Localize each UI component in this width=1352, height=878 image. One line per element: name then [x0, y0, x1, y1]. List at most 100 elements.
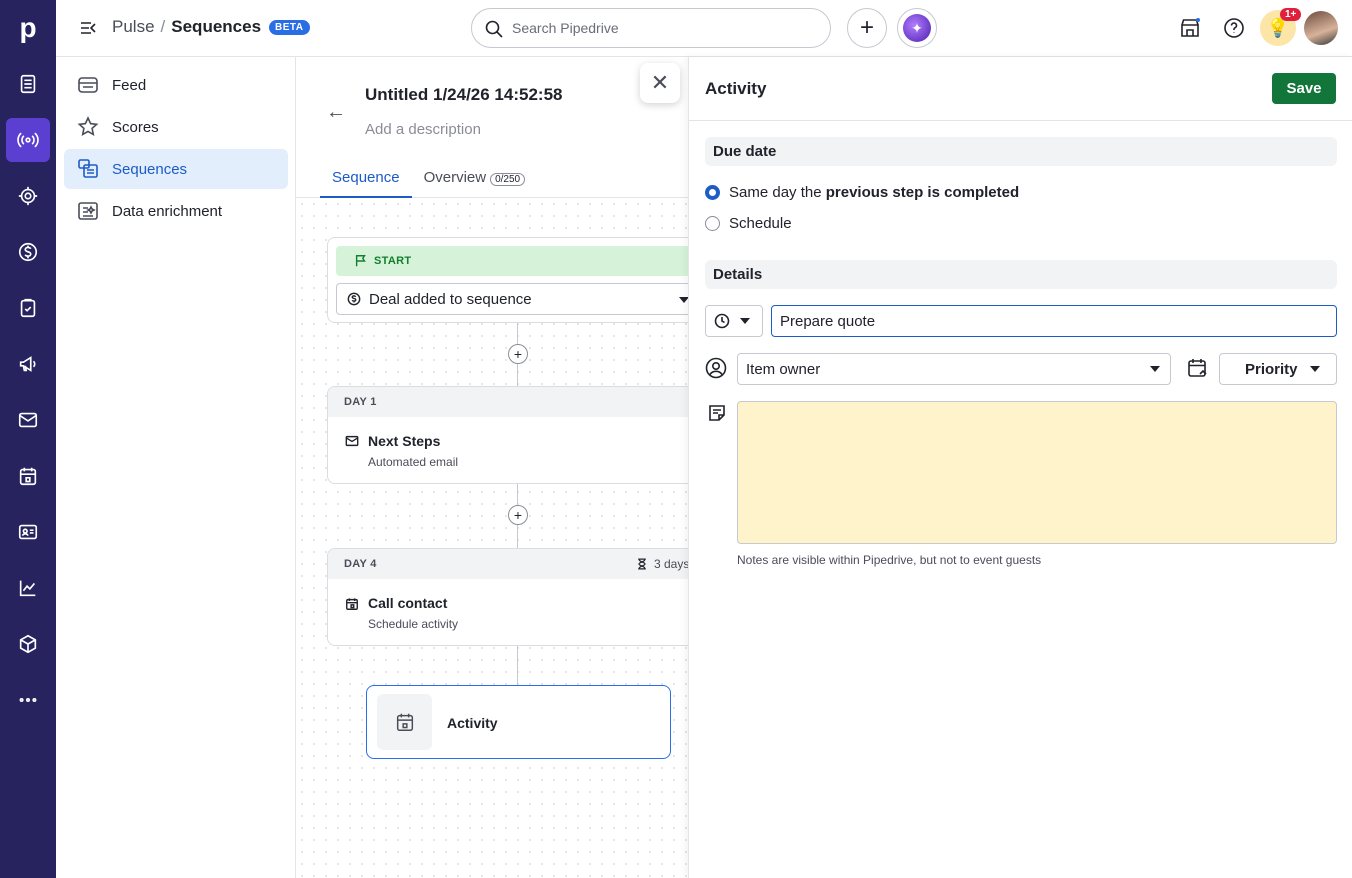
- ai-assistant-button[interactable]: ✦: [897, 8, 937, 48]
- contacts-icon[interactable]: [6, 510, 50, 554]
- back-arrow-icon[interactable]: ←: [326, 101, 346, 124]
- radio-button[interactable]: [705, 216, 720, 231]
- collapse-menu-icon[interactable]: [78, 18, 98, 38]
- search-placeholder: Search Pipedrive: [512, 20, 619, 36]
- star-icon: [77, 116, 99, 136]
- step-day-label: DAY 1: [328, 387, 688, 417]
- search-icon: [485, 20, 503, 38]
- top-bar: Pulse / Sequences BETA Search Pipedrive …: [56, 0, 1352, 57]
- tab-sequence[interactable]: Sequence: [320, 165, 412, 198]
- clock-icon: [714, 313, 730, 329]
- add-step-button[interactable]: +: [508, 505, 528, 525]
- notes-textarea[interactable]: [737, 401, 1337, 544]
- panel-header: Activity Save: [689, 57, 1352, 121]
- step-title: Call contact: [368, 595, 448, 611]
- panel-title: Activity: [705, 79, 767, 98]
- breadcrumb-current: Sequences: [171, 17, 262, 36]
- tab-label: Overview: [423, 169, 487, 186]
- more-icon[interactable]: [6, 678, 50, 722]
- step-subtitle: Schedule activity: [368, 617, 459, 631]
- connector-line: [517, 646, 518, 686]
- nav-item-data-enrichment[interactable]: Data enrichment: [64, 191, 288, 231]
- activity-panel: Activity Save Due date Same day the prev…: [688, 57, 1352, 878]
- feed-icon: [78, 77, 98, 93]
- user-circle-icon: [705, 357, 727, 379]
- data-enrichment-icon: [78, 202, 98, 220]
- leads-icon[interactable]: [6, 174, 50, 218]
- calendar-icon: [396, 713, 413, 731]
- campaigns-icon[interactable]: [6, 342, 50, 386]
- deals-icon[interactable]: [6, 230, 50, 274]
- radio-label: Schedule: [729, 215, 792, 232]
- calendar-priority-icon: [1188, 359, 1207, 377]
- save-button[interactable]: Save: [1272, 73, 1336, 104]
- trigger-select[interactable]: Deal added to sequence: [336, 283, 688, 315]
- owner-select[interactable]: Item owner: [737, 353, 1171, 385]
- nav-item-label: Sequences: [112, 160, 188, 178]
- notification-badge: 1+: [1280, 8, 1302, 21]
- hourglass-icon: [638, 558, 646, 570]
- sequence-title[interactable]: Untitled 1/24/26 14:52:58: [365, 85, 562, 105]
- nav-item-scores[interactable]: Scores: [64, 107, 288, 147]
- close-panel-button[interactable]: ✕: [640, 63, 680, 103]
- step-card[interactable]: DAY 1 Next Steps Automated email: [327, 386, 688, 484]
- products-icon[interactable]: [6, 622, 50, 666]
- activity-icon-box: [377, 694, 432, 750]
- sequence-header: ← Untitled 1/24/26 14:52:58 Add a descri…: [296, 57, 688, 198]
- breadcrumb-parent[interactable]: Pulse: [112, 17, 155, 37]
- radio-button-checked[interactable]: [705, 185, 720, 200]
- calendar-icon[interactable]: [6, 454, 50, 498]
- nav-item-feed[interactable]: Feed: [64, 65, 288, 105]
- tab-label: Sequence: [332, 169, 400, 186]
- search-input[interactable]: Search Pipedrive: [471, 8, 831, 48]
- start-label: START: [374, 255, 412, 267]
- sequence-tabs: Sequence Overview 0/250: [320, 165, 537, 198]
- nav-item-sequences[interactable]: Sequences: [64, 149, 288, 189]
- sequence-description-input[interactable]: Add a description: [365, 121, 481, 138]
- priority-select[interactable]: Priority: [1219, 353, 1337, 385]
- overview-count-badge: 0/250: [490, 173, 526, 186]
- radio-same-day[interactable]: Same day the previous step is completed: [705, 184, 1019, 201]
- notes-hint: Notes are visible within Pipedrive, but …: [737, 553, 1042, 567]
- nav-item-label: Data enrichment: [112, 202, 223, 220]
- flag-icon: [355, 255, 366, 267]
- avatar[interactable]: [1304, 11, 1338, 45]
- breadcrumb-separator: /: [160, 17, 166, 36]
- deals-list-icon[interactable]: [6, 62, 50, 106]
- sparkle-icon: ✦: [903, 14, 931, 42]
- pulse-subnav: Feed Scores Sequences Data enrichment: [56, 57, 296, 878]
- chevron-down-icon: [679, 297, 688, 303]
- step-day-label: DAY 4: [328, 549, 688, 579]
- step-subtitle: Automated email: [368, 455, 459, 469]
- pulse-icon[interactable]: [6, 118, 50, 162]
- sequence-canvas: ← Untitled 1/24/26 14:52:58 Add a descri…: [296, 57, 688, 878]
- new-activity-step-card[interactable]: Activity: [366, 685, 671, 759]
- help-icon[interactable]: [1220, 14, 1248, 42]
- tab-overview[interactable]: Overview 0/250: [412, 165, 538, 198]
- subject-input[interactable]: Prepare quote: [771, 305, 1337, 337]
- chevron-down-icon: [1150, 366, 1160, 372]
- insights-icon[interactable]: [6, 566, 50, 610]
- tasks-icon[interactable]: [6, 286, 50, 330]
- activity-type-select[interactable]: [705, 305, 763, 337]
- step-wait-label: 3 days: [654, 557, 688, 571]
- radio-schedule[interactable]: Schedule: [705, 215, 792, 232]
- radio-label: Same day the previous step is completed: [729, 184, 1020, 201]
- priority-label: Priority: [1245, 360, 1298, 378]
- add-step-button[interactable]: +: [508, 344, 528, 364]
- step-card[interactable]: DAY 4 3 days Call contact Schedule activ…: [327, 548, 688, 646]
- pipedrive-logo[interactable]: p: [0, 0, 56, 56]
- marketplace-icon[interactable]: [1176, 14, 1204, 42]
- details-heading: Details: [705, 260, 1337, 289]
- start-header: START: [336, 246, 688, 276]
- quick-add-button[interactable]: +: [847, 8, 887, 48]
- mail-icon[interactable]: [6, 398, 50, 442]
- beta-badge: BETA: [269, 19, 310, 35]
- due-date-heading: Due date: [705, 137, 1337, 166]
- new-step-label: Activity: [447, 715, 498, 731]
- start-card[interactable]: START Deal added to sequence: [327, 237, 688, 323]
- trigger-value: Deal added to sequence: [369, 290, 532, 308]
- sequences-icon: [78, 159, 98, 178]
- step-title: Next Steps: [368, 433, 441, 449]
- mail-icon: [345, 435, 359, 447]
